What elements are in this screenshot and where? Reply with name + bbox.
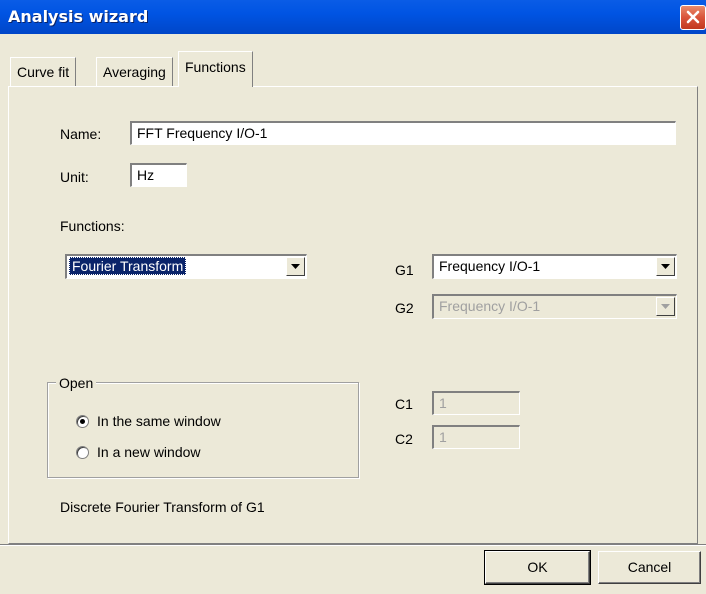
tab-curve-fit[interactable]: Curve fit: [10, 57, 77, 87]
function-description: Discrete Fourier Transform of G1: [60, 499, 265, 515]
functions-label: Functions:: [60, 218, 125, 234]
footer-separator: [0, 544, 706, 546]
c1-field-value: 1: [439, 395, 447, 411]
title-bar[interactable]: Analysis wizard: [0, 0, 706, 34]
tab-label: Curve fit: [17, 64, 70, 80]
g2-dropdown-arrow: [656, 297, 675, 316]
unit-field-value: Hz: [137, 167, 155, 183]
name-label: Name:: [60, 126, 102, 142]
chevron-down-icon: [291, 264, 300, 269]
radio-label: In a new window: [97, 444, 201, 460]
tab-functions[interactable]: Functions: [178, 51, 253, 87]
radio-new-window[interactable]: In a new window: [76, 444, 201, 460]
g1-dropdown-arrow[interactable]: [656, 257, 675, 276]
name-field-value: FFT Frequency I/O-1: [137, 125, 268, 141]
radio-button-checked[interactable]: [76, 414, 89, 428]
g1-dropdown-value: Frequency I/O-1: [439, 258, 541, 274]
name-field[interactable]: FFT Frequency I/O-1: [130, 121, 676, 145]
window-title: Analysis wizard: [8, 7, 149, 26]
c1-field: 1: [432, 391, 520, 415]
functions-dropdown[interactable]: Fourier Transform: [65, 254, 307, 279]
unit-field[interactable]: Hz: [130, 163, 187, 187]
functions-dropdown-arrow[interactable]: [286, 257, 305, 276]
chevron-down-icon: [661, 304, 670, 309]
c1-label: C1: [395, 396, 413, 412]
chevron-down-icon: [661, 264, 670, 269]
tab-label: Functions: [185, 59, 246, 75]
functions-dropdown-value: Fourier Transform: [69, 257, 187, 275]
g1-label: G1: [395, 262, 414, 278]
g2-dropdown: Frequency I/O-1: [432, 294, 677, 319]
tab-averaging[interactable]: Averaging: [96, 57, 173, 87]
radio-label: In the same window: [97, 413, 221, 429]
c2-label: C2: [395, 431, 413, 447]
c2-field-value: 1: [439, 429, 447, 445]
close-button[interactable]: [680, 5, 706, 30]
radio-same-window[interactable]: In the same window: [76, 413, 221, 429]
open-group-title: Open: [56, 375, 97, 391]
close-icon: [686, 10, 700, 24]
open-groupbox: [47, 382, 359, 478]
g2-label: G2: [395, 300, 414, 316]
ok-button[interactable]: OK: [484, 550, 591, 585]
tab-label: Averaging: [103, 64, 166, 80]
radio-button-unchecked[interactable]: [76, 445, 89, 459]
cancel-button[interactable]: Cancel: [598, 551, 701, 584]
g1-dropdown[interactable]: Frequency I/O-1: [432, 254, 677, 279]
ok-button-label: OK: [527, 559, 548, 575]
cancel-button-label: Cancel: [627, 559, 672, 575]
c2-field: 1: [432, 425, 520, 449]
unit-label: Unit:: [60, 169, 89, 185]
analysis-wizard-dialog: Analysis wizard Curve fit Averaging Func…: [0, 0, 706, 594]
g2-dropdown-value: Frequency I/O-1: [439, 298, 541, 314]
